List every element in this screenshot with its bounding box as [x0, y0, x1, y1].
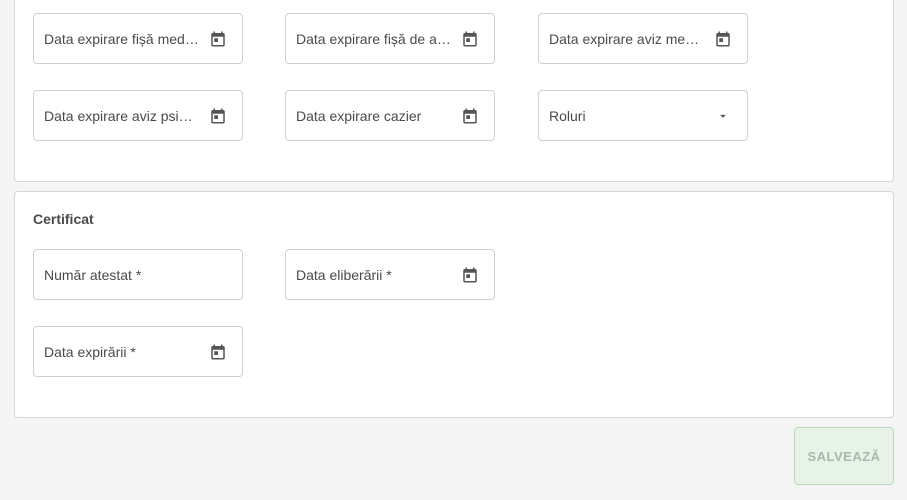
aviz-medical-expiry-field[interactable]: Data expirare aviz medi…: [538, 13, 748, 64]
calendar-icon[interactable]: [460, 29, 480, 49]
calendar-icon[interactable]: [460, 106, 480, 126]
certificat-card: [14, 191, 894, 418]
field-label: Număr atestat *: [44, 266, 142, 283]
calendar-icon[interactable]: [460, 265, 480, 285]
aviz-psihologic-expiry-field[interactable]: Data expirare aviz psih…: [33, 90, 243, 141]
roluri-select[interactable]: Roluri: [538, 90, 748, 141]
field-label: Data eliberării *: [296, 266, 392, 283]
calendar-icon[interactable]: [208, 342, 228, 362]
field-label: Data expirare fișă medi…: [44, 30, 200, 47]
save-button[interactable]: SALVEAZĂ: [794, 427, 894, 485]
fisa-medicala-expiry-field[interactable]: Data expirare fișă medi…: [33, 13, 243, 64]
numar-atestat-input[interactable]: Număr atestat *: [33, 249, 243, 300]
fisa-aptitudini-expiry-field[interactable]: Data expirare fișă de a…: [285, 13, 495, 64]
calendar-icon[interactable]: [208, 106, 228, 126]
field-label: Data expirare fișă de a…: [296, 30, 451, 47]
caret-down-icon: [713, 106, 733, 126]
field-label: Data expirare cazier: [296, 107, 422, 124]
cazier-expiry-field[interactable]: Data expirare cazier: [285, 90, 495, 141]
field-label: Data expirare aviz psih…: [44, 107, 200, 124]
field-label: Data expirării *: [44, 343, 136, 360]
data-eliberarii-field[interactable]: Data eliberării *: [285, 249, 495, 300]
data-expirarii-field[interactable]: Data expirării *: [33, 326, 243, 377]
calendar-icon[interactable]: [208, 29, 228, 49]
field-label: Roluri: [549, 107, 586, 124]
field-label: Data expirare aviz medi…: [549, 30, 705, 47]
section-title: Certificat: [33, 211, 94, 227]
calendar-icon[interactable]: [713, 29, 733, 49]
